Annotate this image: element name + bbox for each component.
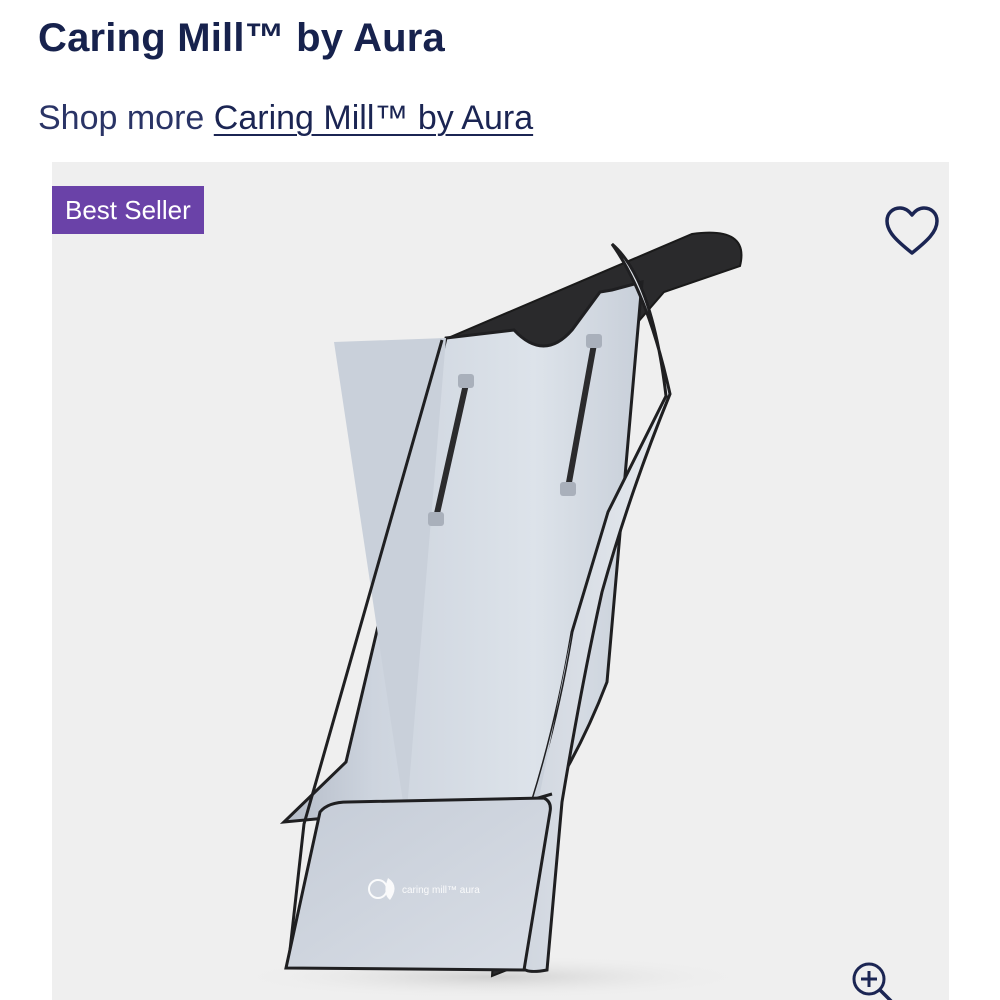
best-seller-badge: Best Seller [52,186,204,234]
product-image-gallery[interactable]: caring mill™ aura Best Seller [52,162,949,1000]
product-title: Caring Mill™ by Aura [38,16,446,60]
brand-link[interactable]: Caring Mill™ by Aura [214,99,533,137]
shop-more-line: Shop more Caring Mill™ by Aura [38,96,533,140]
product-image: caring mill™ aura [232,231,752,999]
product-page: Caring Mill™ by Aura Shop more Caring Mi… [0,0,1000,1000]
heart-outline-icon[interactable] [883,204,941,258]
shop-more-prefix: Shop more [38,99,205,137]
zoom-in-icon[interactable] [849,959,893,1000]
product-logo-text: caring mill™ aura [402,885,480,896]
